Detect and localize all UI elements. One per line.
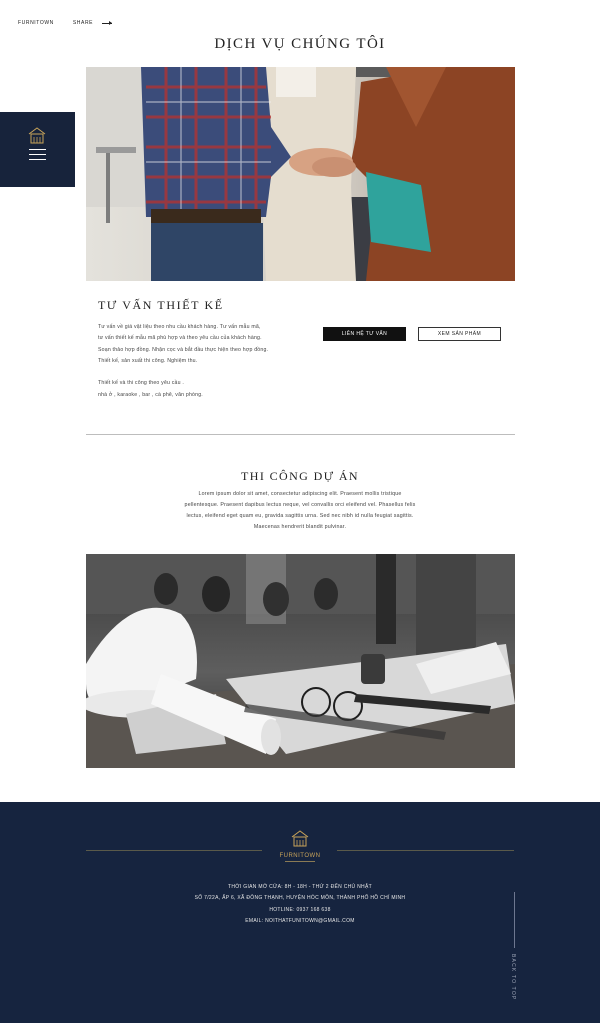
footer-address: SỐ 7/22A, ẤP 6, XÃ ĐÔNG THẠNH, HUYỆN HÓC…	[194, 895, 406, 902]
section-divider	[86, 434, 515, 435]
service-line: Thiết kế và thi công theo yêu cầu .	[98, 380, 185, 387]
footer-divider-left	[86, 850, 262, 851]
service-line: Thiết kế, sản xuất thi công. Nghiệm thu.	[98, 357, 198, 364]
brand-link[interactable]: FURNITOWN	[18, 20, 54, 26]
service-line: Soạn thảo hợp đồng. Nhận cọc và bắt đầu …	[98, 346, 269, 353]
footer-contact-info: THỜI GIAN MỞ CỬA: 8H - 18H - THỨ 2 ĐẾN C…	[0, 882, 600, 928]
footer-email[interactable]: EMAIL: NOITHATFUNITOWN@GMAIL.COM	[0, 916, 600, 927]
construction-line: lectus, eleifend eget quam eu, gravida s…	[186, 513, 414, 519]
service-line: Tư vấn về giá vật liệu theo nhu cầu khác…	[98, 324, 261, 330]
house-logo-icon	[291, 830, 309, 847]
service-line: nhà ở , karaoke , bar , cà phê, văn phòn…	[98, 391, 203, 398]
service-line: tư vấn thiết kế mẫu mã phù hợp và theo y…	[98, 335, 262, 342]
service-description: Tư vấn về giá vật liệu theo nhu cầu khác…	[98, 322, 268, 401]
view-products-button[interactable]: XEM SẢN PHẨM	[418, 327, 501, 341]
footer-divider-right	[337, 850, 514, 851]
hamburger-menu-icon[interactable]	[29, 149, 46, 164]
arrow-right-icon	[102, 20, 113, 25]
construction-line: Maecenas hendrerit blandit pulvinar.	[253, 524, 347, 530]
handshake-photo	[86, 67, 515, 281]
footer-logo[interactable]: FURNITOWN	[276, 830, 324, 862]
section-title-services: DỊCH VỤ CHÚNG TÔI	[214, 36, 386, 52]
service-line	[98, 367, 268, 378]
footer-hours: THỜI GIAN MỞ CỬA: 8H - 18H - THỨ 2 ĐẾN C…	[228, 884, 372, 890]
footer-brand-name: FURNITOWN	[279, 853, 321, 859]
construction-line: Lorem ipsum dolor sit amet, consectetur …	[198, 491, 402, 497]
back-to-top-link[interactable]: BACK TO TOP	[510, 954, 516, 1000]
footer: FURNITOWN THỜI GIAN MỞ CỬA: 8H - 18H - T…	[0, 802, 600, 1023]
construction-line: pellentesque. Praesent dapibus lectus ne…	[184, 502, 416, 508]
contact-consult-button[interactable]: LIÊN HỆ TƯ VẤN	[323, 327, 406, 341]
service-title: TƯ VẤN THIẾT KẾ	[98, 298, 224, 312]
top-bar: FURNITOWN SHARE	[18, 20, 113, 26]
back-to-top-line	[514, 892, 515, 948]
footer-logo-underline	[285, 861, 315, 862]
section-title-construction: THI CÔNG DỰ ÁN	[241, 469, 359, 483]
construction-desk-photo	[86, 554, 515, 768]
house-logo-icon[interactable]	[28, 127, 46, 144]
share-button[interactable]: SHARE	[72, 20, 113, 26]
footer-hotline[interactable]: HOTLINE: 0937 168 638	[0, 905, 600, 916]
share-label: SHARE	[72, 20, 94, 26]
construction-description: Lorem ipsum dolor sit amet, consectetur …	[150, 489, 450, 533]
